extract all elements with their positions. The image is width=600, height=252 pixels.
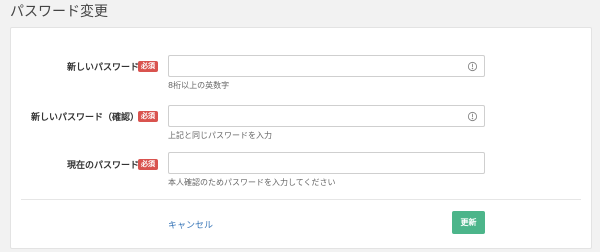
eye-icon[interactable] — [467, 61, 478, 72]
confirm-password-label: 新しいパスワード（確認） — [30, 113, 139, 123]
update-button[interactable]: 更新 — [452, 211, 485, 234]
new-password-input[interactable] — [168, 55, 485, 77]
page-title: パスワード変更 — [10, 4, 108, 20]
current-password-input[interactable] — [168, 152, 485, 174]
current-password-label: 現在のパスワード — [66, 161, 139, 171]
confirm-password-input[interactable] — [168, 105, 485, 127]
password-change-form: 新しいパスワード 必須 8桁以上の英数字 新しいパスワード（確認） 必須 上記と… — [10, 27, 592, 249]
new-password-help: 8桁以上の英数字 — [168, 81, 230, 90]
confirm-password-help: 上記と同じパスワードを入力 — [168, 131, 272, 140]
required-badge: 必須 — [138, 159, 158, 170]
cancel-button[interactable]: キャンセル — [168, 218, 213, 231]
required-badge: 必須 — [138, 61, 158, 72]
divider — [21, 199, 581, 200]
new-password-label: 新しいパスワード — [66, 63, 139, 73]
eye-icon[interactable] — [467, 111, 478, 122]
required-badge: 必須 — [138, 111, 158, 122]
current-password-help: 本人確認のためパスワードを入力してください — [168, 178, 336, 187]
